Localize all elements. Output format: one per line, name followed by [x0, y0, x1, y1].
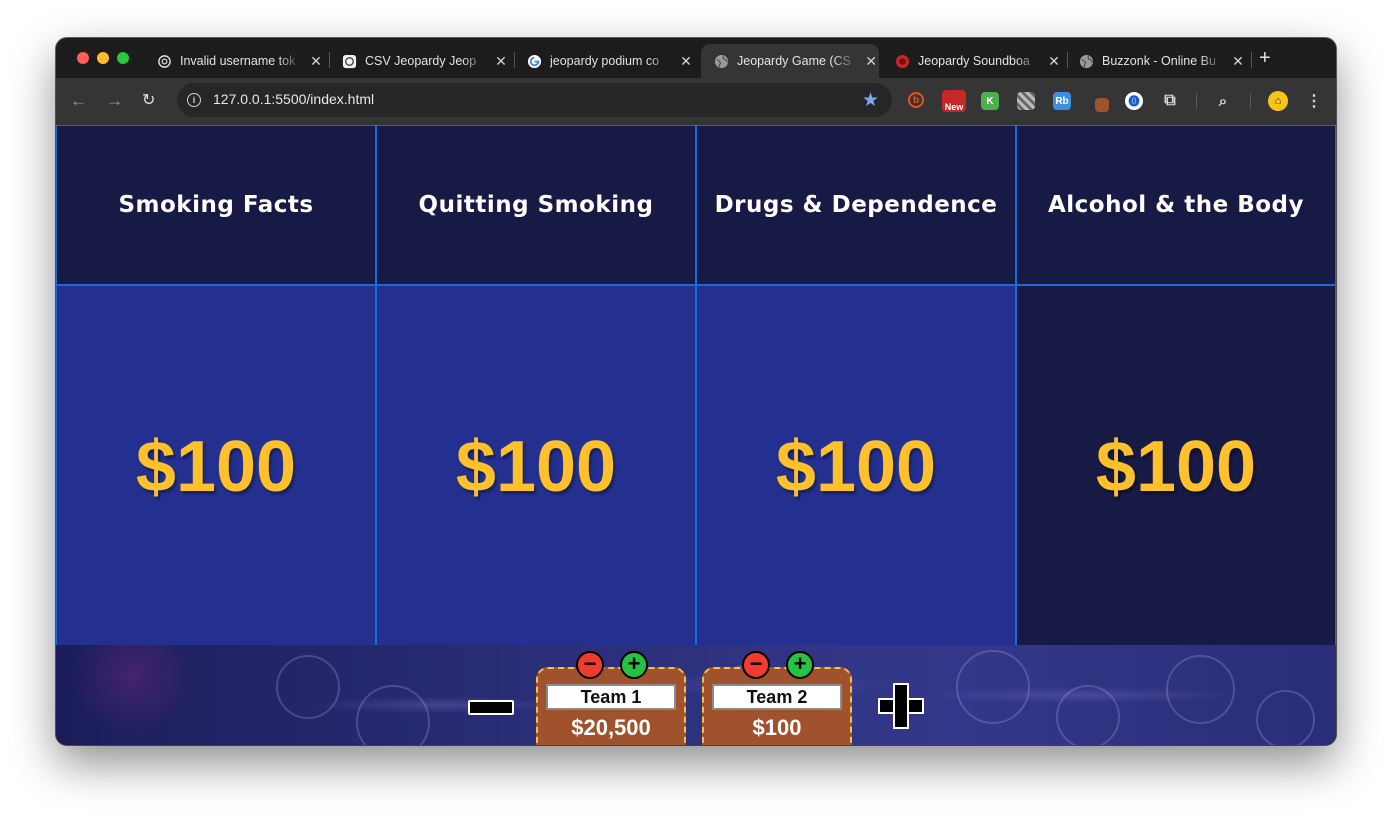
b-extension-icon[interactable]: b	[908, 92, 924, 108]
team-name-input[interactable]: Team 2	[712, 684, 842, 710]
bookmark-star-icon[interactable]: ★	[862, 89, 879, 112]
tab-search-icon[interactable]: ⌕	[1214, 92, 1232, 110]
team-podium: − + Team 1 $20,500	[536, 651, 686, 745]
category-header: Drugs & Dependence	[697, 126, 1015, 284]
openai-icon	[156, 53, 172, 69]
crowd-decoration	[1166, 655, 1235, 724]
dropper-extension-icon[interactable]	[1095, 98, 1109, 112]
crowd-decoration	[1056, 685, 1120, 745]
team-score: $100	[752, 715, 802, 740]
tab-title: CSV Jeopardy Jeop	[365, 54, 477, 68]
plus-center	[895, 700, 907, 712]
close-tab-icon[interactable]: ✕	[1230, 53, 1246, 70]
decrease-score-button[interactable]: −	[576, 651, 604, 679]
reload-icon[interactable]: ↻	[142, 91, 155, 111]
increase-score-button[interactable]: +	[620, 651, 648, 679]
toolbar-divider	[1250, 93, 1251, 109]
k-extension-icon[interactable]: K	[981, 92, 999, 110]
minimize-window-button[interactable]	[97, 52, 109, 64]
tab-divider	[1251, 52, 1252, 68]
close-tab-icon[interactable]: ✕	[678, 53, 694, 70]
back-icon[interactable]: ←	[70, 91, 87, 111]
increase-score-button[interactable]: +	[786, 651, 814, 679]
category-header: Quitting Smoking	[377, 126, 695, 284]
tab-jeopardy-game[interactable]: Jeopardy Game (CS ✕	[701, 44, 879, 78]
extensions-puzzle-icon[interactable]: ⧉	[1161, 92, 1179, 110]
browser-toolbar: ← → ↻ i 127.0.0.1:5500/index.html ★ b Ne…	[56, 78, 1336, 125]
category-header: Alcohol & the Body	[1017, 126, 1335, 284]
tab-strip: Invalid username tok ✕ CSV Jeopardy Jeop…	[56, 38, 1336, 78]
globe-icon	[713, 53, 729, 69]
game-board: Smoking Facts Quitting Smoking Drugs & D…	[56, 125, 1336, 648]
close-tab-icon[interactable]: ✕	[863, 53, 879, 70]
tab-jeopardy-podium[interactable]: jeopardy podium co ✕	[514, 44, 698, 78]
password-extension-icon[interactable]: ⓿	[1125, 92, 1143, 110]
browser-window: Invalid username tok ✕ CSV Jeopardy Jeop…	[56, 38, 1336, 745]
close-tab-icon[interactable]: ✕	[1046, 53, 1062, 70]
crowd-decoration	[356, 685, 430, 745]
openai-icon	[341, 53, 357, 69]
tab-invalid-username[interactable]: Invalid username tok ✕	[144, 44, 328, 78]
new-tab-button[interactable]: +	[1259, 48, 1271, 68]
crowd-decoration	[1256, 690, 1315, 745]
menu-kebab-icon[interactable]: ⋮	[1305, 92, 1323, 110]
soundboard-icon	[894, 53, 910, 69]
remove-team-button[interactable]	[468, 700, 514, 715]
team-podium: − + Team 2 $100	[702, 651, 852, 745]
crowd-decoration	[956, 650, 1030, 724]
category-header: Smoking Facts	[57, 126, 375, 284]
tab-csv-jeopardy[interactable]: CSV Jeopardy Jeop ✕	[329, 44, 513, 78]
google-icon	[526, 53, 542, 69]
clue-cell[interactable]: $100	[697, 286, 1015, 648]
site-info-icon[interactable]: i	[187, 93, 201, 107]
new-extension-icon[interactable]: New	[942, 90, 966, 112]
jeopardy-page: Smoking Facts Quitting Smoking Drugs & D…	[56, 125, 1336, 745]
team-score: $20,500	[571, 715, 651, 740]
tab-title: Jeopardy Game (CS	[737, 54, 851, 68]
qr-extension-icon[interactable]	[1017, 92, 1035, 110]
clue-cell[interactable]: $100	[57, 286, 375, 648]
close-tab-icon[interactable]: ✕	[308, 53, 324, 70]
close-window-button[interactable]	[77, 52, 89, 64]
maximize-window-button[interactable]	[117, 52, 129, 64]
url-text: 127.0.0.1:5500/index.html	[213, 91, 375, 107]
globe-icon	[1078, 53, 1094, 69]
forward-icon[interactable]: →	[106, 91, 123, 111]
profile-avatar-icon[interactable]: ⌂	[1268, 91, 1288, 111]
tab-title: Jeopardy Soundboa	[918, 54, 1030, 68]
toolbar-divider	[1196, 93, 1197, 109]
clue-cell[interactable]: $100	[377, 286, 695, 648]
address-bar[interactable]: i 127.0.0.1:5500/index.html ★	[177, 83, 892, 117]
clue-cell[interactable]: $100	[1017, 286, 1335, 648]
tab-title: Invalid username tok	[180, 54, 296, 68]
close-tab-icon[interactable]: ✕	[493, 53, 509, 70]
tab-buzzonk[interactable]: Buzzonk - Online Bu ✕	[1066, 44, 1250, 78]
crowd-decoration	[276, 655, 340, 719]
podium-area: − + Team 1 $20,500 − + Team 2 $100	[56, 645, 1336, 745]
rb-extension-icon[interactable]: Rb	[1053, 92, 1071, 110]
tab-title: jeopardy podium co	[550, 54, 660, 68]
team-name-input[interactable]: Team 1	[546, 684, 676, 710]
tab-title: Buzzonk - Online Bu	[1102, 54, 1216, 68]
decrease-score-button[interactable]: −	[742, 651, 770, 679]
tab-jeopardy-soundboard[interactable]: Jeopardy Soundboa ✕	[882, 44, 1066, 78]
add-team-button[interactable]	[878, 683, 924, 729]
